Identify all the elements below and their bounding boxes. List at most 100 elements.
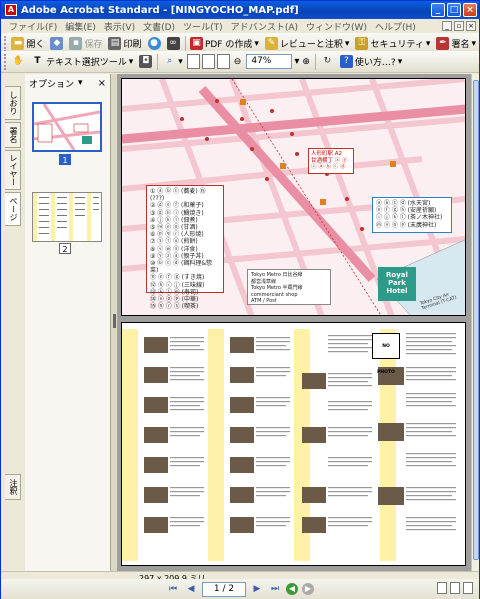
title-bar[interactable]: A Adobe Acrobat Standard - [NINGYOCHO_MA… [1, 1, 479, 19]
text-select-tool-button[interactable]: T テキスト選択ツール ▾ [28, 53, 136, 71]
text-select-label: テキスト選択ツール [46, 58, 127, 68]
chevron-down-icon: ▾ [425, 38, 431, 49]
how-to-button[interactable]: ? 使い方…? ▾ [337, 53, 405, 71]
legend-item: ⑧ ⓥ ⓦ ⓧ (洋食) [150, 245, 198, 253]
menu-file[interactable]: ファイル(F) [5, 20, 61, 33]
print-button[interactable]: ▤ 印刷 [105, 35, 144, 53]
legend-item: ② ⓓ ⓔ ⓕ (和菓子) [150, 202, 204, 210]
key-item: ATM / Post [251, 298, 277, 304]
find-button[interactable]: ∞ [164, 35, 183, 53]
legend-item: ⓜ ⓝ ⓞ ⓟ (末廣神社) [376, 221, 437, 229]
sign-label: 署名 [451, 40, 470, 50]
tab-layers[interactable]: レイヤー [5, 150, 21, 190]
tab-signatures[interactable]: 署名 [5, 122, 21, 148]
document-window-controls: _ ▫ × [442, 21, 479, 31]
create-pdf-button[interactable]: ▣ PDF の作成 ▾ [187, 35, 262, 53]
review-comment-button[interactable]: ✎ レビューと注釈 ▾ [262, 35, 353, 53]
legend-item: ⑫ ⓗ ⓘ ⓙ (三味線) [150, 281, 205, 289]
fit-width-button[interactable] [216, 54, 230, 69]
how-to-label: 使い方…? [354, 58, 396, 68]
toolbar-grip[interactable] [4, 53, 7, 70]
last-page-button[interactable]: ⏭ [268, 582, 282, 596]
doc-minimize-button[interactable]: _ [442, 21, 452, 31]
binoculars-icon: ∞ [166, 37, 180, 50]
doc-restore-button[interactable]: ▫ [454, 21, 464, 31]
note-icon: ✎ [264, 37, 278, 50]
single-page-layout-button[interactable] [437, 582, 447, 594]
panel-splitter[interactable] [111, 74, 118, 571]
pdf-page-2-shop-list: NO PHOTO [121, 322, 466, 566]
disk-icon: ▪ [69, 37, 83, 50]
separator [314, 53, 316, 70]
legend-item: ⑩ ⓑ ⓒ ⓓ (鶏料理&惣菜) [150, 260, 213, 275]
open-button[interactable]: ▬ 開く [8, 35, 47, 53]
maximize-button[interactable]: □ [447, 3, 461, 17]
lock-icon: ⚿ [355, 37, 369, 50]
menu-tools[interactable]: ツール(T) [179, 20, 227, 33]
zoom-level-field[interactable]: 47% [246, 54, 293, 69]
toolbar-grip[interactable] [4, 35, 7, 52]
menu-edit[interactable]: 編集(E) [61, 20, 100, 33]
menu-advanced[interactable]: アドバンスト(A) [227, 20, 302, 33]
menu-bar: ファイル(F) 編集(E) 表示(V) 文書(D) ツール(T) アドバンスト(… [1, 19, 479, 33]
fit-page-button[interactable] [201, 54, 215, 69]
zoom-out-button[interactable]: ⊖ [231, 53, 245, 71]
browse-icon: ◆ [50, 37, 64, 50]
document-view[interactable]: 人形町駅 A2 甘酒横丁 ⓧ ⓨ ⓩ ⓐ ⓑ ⓒ ⓓ ① ⓐ ⓑ ⓒ (蕎麦) … [118, 74, 471, 571]
tab-comments[interactable]: 注釈 [5, 474, 21, 500]
zoom-tool-button[interactable]: ⌕ ▾ [160, 53, 186, 71]
acrobat-icon[interactable]: A [5, 4, 17, 16]
continuous-layout-button[interactable] [450, 582, 460, 594]
tab-bookmarks[interactable]: しおり [5, 86, 21, 120]
text-cursor-icon: T [34, 56, 41, 66]
navigation-tabs: しおり 署名 レイヤー ページ 注釈 [1, 74, 25, 571]
page-number-2[interactable]: 2 [59, 243, 71, 254]
next-page-button[interactable]: ▶ [250, 582, 264, 596]
email-button[interactable]: ● [145, 35, 164, 53]
chevron-down-icon: ▾ [178, 56, 183, 67]
printer-icon: ▤ [108, 37, 122, 50]
panel-header: オプション ▾ × [25, 74, 110, 92]
chevron-down-icon: ▾ [344, 38, 350, 49]
page-number-field[interactable]: 1 / 2 [202, 581, 246, 597]
snapshot-tool-button[interactable]: ◘ [136, 53, 155, 71]
tab-pages[interactable]: ページ [5, 192, 21, 226]
legend-item: ⑨ ⓨ ⓩ ⓐ (親子丼) [150, 252, 204, 260]
sign-button[interactable]: ✒ 署名 ▾ [433, 35, 479, 53]
rotate-view-button[interactable]: ↻ [318, 53, 337, 71]
open-browse-button[interactable]: ◆ [47, 35, 66, 53]
menu-help[interactable]: ヘルプ(H) [371, 20, 420, 33]
magnifier-icon: ⌕ [167, 56, 173, 66]
previous-page-button[interactable]: ◀ [184, 582, 198, 596]
map-thumbnail-image [33, 103, 101, 151]
page-number-1[interactable]: 1 [59, 154, 71, 165]
scroll-thumb[interactable] [473, 80, 479, 560]
previous-view-button[interactable]: ◀ [286, 583, 298, 595]
close-button[interactable]: × [463, 3, 477, 17]
page-thumbnail-2[interactable] [32, 192, 102, 242]
legend-item: ⑬ ⓚ ⓛ ⓜ (寿司) [150, 288, 199, 296]
options-menu[interactable]: オプション [29, 77, 74, 90]
splitter-handle[interactable] [113, 314, 116, 328]
menu-window[interactable]: ウィンドウ(W) [302, 20, 371, 33]
hand-tool-button[interactable]: ✋ [9, 53, 28, 71]
chevron-down-icon[interactable]: ▾ [78, 78, 83, 88]
camera-icon: ◘ [139, 55, 153, 68]
security-button[interactable]: ⚿ セキュリティ ▾ [352, 35, 433, 53]
close-panel-button[interactable]: × [98, 78, 106, 89]
save-button[interactable]: ▪ 保存 [66, 35, 105, 53]
page-thumbnail-1[interactable] [32, 102, 102, 152]
next-view-button[interactable]: ▶ [302, 583, 314, 595]
menu-document[interactable]: 文書(D) [139, 20, 179, 33]
actual-size-button[interactable] [186, 54, 200, 69]
zoom-in-button[interactable]: ⊕ [299, 53, 313, 71]
menu-view[interactable]: 表示(V) [100, 20, 139, 33]
first-page-button[interactable]: ⏮ [166, 582, 180, 596]
facing-layout-button[interactable] [463, 582, 473, 594]
doc-close-button[interactable]: × [466, 21, 476, 31]
vertical-scrollbar[interactable] [471, 74, 479, 571]
open-label: 開く [26, 40, 45, 50]
legend-item: ⑪ ⓔ ⓕ ⓖ (すき焼) [150, 274, 205, 282]
minimize-button[interactable]: _ [431, 3, 445, 17]
legend-item: ① ⓐ ⓑ ⓒ (蕎麦) ⑮ (???) [150, 188, 206, 203]
